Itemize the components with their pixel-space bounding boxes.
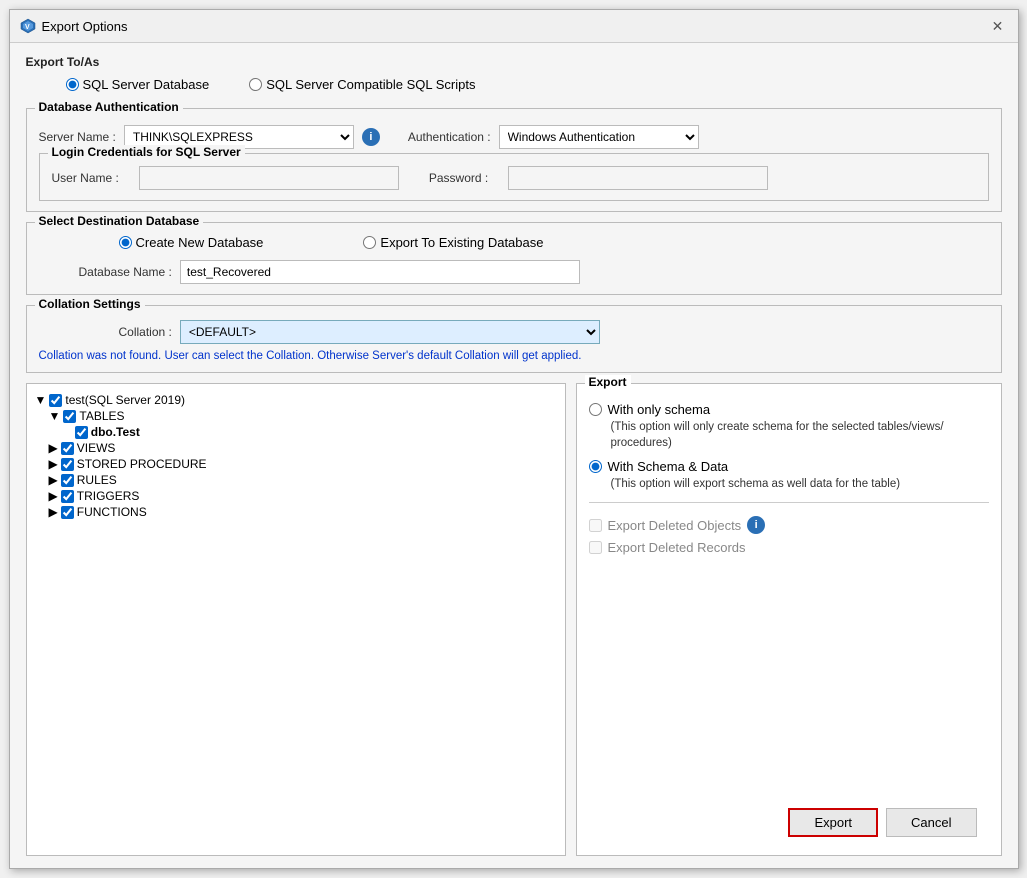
export-deleted-objects-row: Export Deleted Objects i (589, 516, 989, 534)
collation-settings-label: Collation Settings (35, 297, 145, 311)
with-only-schema-radio[interactable] (589, 403, 602, 416)
create-new-database-option[interactable]: Create New Database (119, 235, 264, 250)
server-info-icon[interactable]: i (362, 128, 380, 146)
login-credentials-section: Login Credentials for SQL Server User Na… (39, 153, 989, 201)
tree-label-views: VIEWS (77, 441, 116, 455)
export-to-as-label: Export To/As (26, 55, 1002, 69)
export-existing-database-option[interactable]: Export To Existing Database (363, 235, 543, 250)
tree-panel: ▼ test(SQL Server 2019) ▼ TABLES ▶ dbo.T… (26, 383, 566, 856)
tree-item-dbo-test[interactable]: ▶ dbo.Test (63, 424, 557, 440)
authentication-select[interactable]: Windows Authentication (499, 125, 699, 149)
tree-item-views[interactable]: ▶ VIEWS (49, 440, 557, 456)
export-options: With only schema (This option will only … (589, 402, 989, 492)
database-name-input[interactable] (180, 260, 580, 284)
dialog-title: Export Options (42, 19, 128, 34)
export-existing-label: Export To Existing Database (380, 235, 543, 250)
deleted-objects-info-icon[interactable]: i (747, 516, 765, 534)
create-new-database-label: Create New Database (136, 235, 264, 250)
tree-label-functions: FUNCTIONS (77, 505, 147, 519)
tree-item-functions[interactable]: ▶ FUNCTIONS (49, 504, 557, 520)
export-to-as-options: SQL Server Database SQL Server Compatibl… (26, 73, 1002, 96)
collation-section: Collation Settings Collation : <DEFAULT>… (26, 305, 1002, 373)
tree-checkbox-functions[interactable] (61, 506, 74, 519)
export-deleted-objects-label: Export Deleted Objects (608, 518, 742, 533)
export-options-dialog: V Export Options ✕ Export To/As SQL Serv… (9, 9, 1019, 869)
with-schema-data-option: With Schema & Data (This option will exp… (589, 459, 989, 492)
sql-scripts-option[interactable]: SQL Server Compatible SQL Scripts (249, 77, 475, 92)
title-bar: V Export Options ✕ (10, 10, 1018, 43)
collation-warning: Collation was not found. User can select… (39, 350, 989, 362)
username-label: User Name : (52, 171, 119, 185)
bottom-buttons: Export Cancel (589, 800, 989, 845)
with-only-schema-option: With only schema (This option will only … (589, 402, 989, 451)
tree-label-triggers: TRIGGERS (77, 489, 140, 503)
with-only-schema-desc: (This option will only create schema for… (611, 419, 989, 451)
export-deleted-records-label: Export Deleted Records (608, 540, 746, 555)
database-authentication-section: Database Authentication Server Name : TH… (26, 108, 1002, 212)
tree-item-tables[interactable]: ▼ TABLES (49, 408, 557, 424)
authentication-label: Authentication : (408, 130, 491, 144)
collation-select[interactable]: <DEFAULT> (180, 320, 600, 344)
with-schema-data-label: With Schema & Data (608, 459, 729, 474)
bottom-section: ▼ test(SQL Server 2019) ▼ TABLES ▶ dbo.T… (26, 383, 1002, 856)
tree-checkbox-tables[interactable] (63, 410, 76, 423)
username-input[interactable] (139, 166, 399, 190)
tree-checkbox-root[interactable] (49, 394, 62, 407)
export-panel-label: Export (585, 375, 631, 389)
collation-label: Collation : (119, 325, 172, 339)
sql-server-database-option[interactable]: SQL Server Database (66, 77, 210, 92)
tree-item-rules[interactable]: ▶ RULES (49, 472, 557, 488)
export-button[interactable]: Export (788, 808, 878, 837)
sql-server-database-label: SQL Server Database (83, 77, 210, 92)
app-icon: V (20, 18, 36, 34)
tree-checkbox-dbo-test[interactable] (75, 426, 88, 439)
select-destination-section: Select Destination Database Create New D… (26, 222, 1002, 295)
database-name-row: Database Name : (39, 260, 989, 284)
sql-scripts-label: SQL Server Compatible SQL Scripts (266, 77, 475, 92)
select-destination-label: Select Destination Database (35, 214, 204, 228)
tree-label-root: test(SQL Server 2019) (65, 393, 185, 407)
svg-text:V: V (25, 24, 30, 31)
database-authentication-label: Database Authentication (35, 100, 183, 114)
login-credentials-label: Login Credentials for SQL Server (48, 145, 245, 159)
tree-item-triggers[interactable]: ▶ TRIGGERS (49, 488, 557, 504)
with-schema-data-radio[interactable] (589, 460, 602, 473)
tree-label-rules: RULES (77, 473, 117, 487)
with-schema-data-desc: (This option will export schema as well … (611, 476, 989, 492)
tree-item-stored-procedure[interactable]: ▶ STORED PROCEDURE (49, 456, 557, 472)
tree-label-tables: TABLES (79, 409, 124, 423)
database-name-label: Database Name : (79, 265, 172, 279)
password-input[interactable] (508, 166, 768, 190)
destination-options: Create New Database Export To Existing D… (39, 231, 989, 254)
tree-checkbox-stored-procedure[interactable] (61, 458, 74, 471)
password-label: Password : (429, 171, 488, 185)
export-panel: Export With only schema (This option wil… (576, 383, 1002, 856)
tree-label-dbo-test: dbo.Test (91, 425, 140, 439)
close-button[interactable]: ✕ (988, 16, 1008, 36)
export-deleted-records-row: Export Deleted Records (589, 540, 989, 555)
export-deleted-objects-checkbox[interactable] (589, 519, 602, 532)
export-to-as-section: Export To/As SQL Server Database SQL Ser… (26, 55, 1002, 96)
export-deleted-records-checkbox[interactable] (589, 541, 602, 554)
tree-label-stored-procedure: STORED PROCEDURE (77, 457, 207, 471)
divider (589, 502, 989, 503)
cancel-button[interactable]: Cancel (886, 808, 976, 837)
tree-item-root[interactable]: ▼ test(SQL Server 2019) (35, 392, 557, 408)
login-fields-row: User Name : Password : (52, 166, 976, 190)
collation-row: Collation : <DEFAULT> (39, 320, 989, 344)
with-only-schema-label: With only schema (608, 402, 711, 417)
tree-checkbox-rules[interactable] (61, 474, 74, 487)
tree-checkbox-triggers[interactable] (61, 490, 74, 503)
tree-checkbox-views[interactable] (61, 442, 74, 455)
dialog-content: Export To/As SQL Server Database SQL Ser… (10, 43, 1018, 868)
server-name-label: Server Name : (39, 130, 116, 144)
